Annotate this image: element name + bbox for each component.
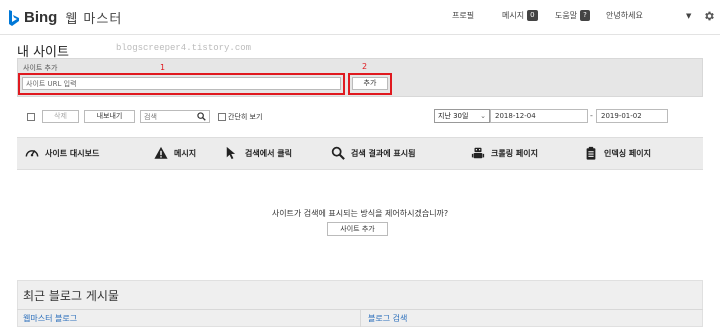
watermark-text: blogscreeper4.tistory.com <box>116 43 252 53</box>
date-to-input[interactable]: 2019-01-02 <box>596 109 668 123</box>
search-icon[interactable] <box>197 112 206 121</box>
blog-section-title: 최근 블로그 게시물 <box>23 289 119 303</box>
blog-search-link[interactable]: 블로그 검색 <box>368 313 407 324</box>
bing-logo[interactable]: Bing 웹 마스터 <box>8 8 122 27</box>
messages-count-badge: 0 <box>527 10 538 21</box>
nav-profile-label: 프로필 <box>452 11 475 20</box>
date-separator: - <box>590 111 593 120</box>
nav-help[interactable]: 도움말 ? <box>555 10 590 21</box>
tab-label: 검색 결과에 표시됨 <box>351 148 416 158</box>
warning-icon <box>154 146 168 159</box>
tab-label: 메시지 <box>174 148 197 158</box>
simple-view-label: 간단히 보기 <box>228 113 263 121</box>
annotation-number-1: 1 <box>160 63 166 72</box>
tab-label: 인덱싱 페이지 <box>604 148 651 158</box>
webmaster-blog-link[interactable]: 웹마스터 블로그 <box>23 313 77 324</box>
tab-site-dashboard[interactable]: 사이트 대시보드 <box>25 146 99 160</box>
select-all-checkbox[interactable] <box>27 113 35 121</box>
top-bar: Bing 웹 마스터 프로필 메시지 0 도움말 ? 안녕하세요 ▼ <box>0 0 720 35</box>
clipboard-icon <box>586 146 596 160</box>
gauge-icon <box>25 150 39 157</box>
tab-label: 크롤링 페이지 <box>491 148 538 158</box>
tab-pages-crawled[interactable]: 크롤링 페이지 <box>471 146 538 160</box>
empty-state-message: 사이트가 검색에 표시되는 방식을 제어하시겠습니까? <box>271 209 449 218</box>
cursor-icon <box>226 146 236 160</box>
brand-name: Bing <box>24 9 58 26</box>
tab-label: 검색에서 클릭 <box>245 148 292 158</box>
tab-label: 사이트 대시보드 <box>45 148 100 158</box>
simple-view-checkbox[interactable] <box>218 113 226 121</box>
delete-button[interactable]: 삭제 <box>42 110 79 123</box>
nav-help-label: 도움말 <box>555 11 578 20</box>
robot-icon <box>471 147 485 159</box>
nav-profile[interactable]: 프로필 <box>452 10 474 21</box>
chevron-down-icon[interactable]: ▼ <box>686 12 691 20</box>
annotation-box-2 <box>348 73 392 95</box>
date-from-input[interactable]: 2018-12-04 <box>490 109 588 123</box>
period-select[interactable]: 지난 30일 ⌄ <box>434 109 490 123</box>
gear-icon[interactable] <box>703 10 715 22</box>
divider <box>360 310 361 327</box>
magnifier-icon <box>331 146 345 160</box>
chevron-down-icon: ⌄ <box>480 112 486 120</box>
tab-clicks-from-search[interactable]: 검색에서 클릭 <box>225 146 292 160</box>
add-site-button[interactable]: 사이트 추가 <box>327 222 388 236</box>
nav-messages-label: 메시지 <box>502 11 525 20</box>
help-badge: ? <box>580 10 590 21</box>
annotation-box-1 <box>18 73 345 95</box>
tab-appeared-in-search[interactable]: 검색 결과에 표시됨 <box>331 146 415 160</box>
bing-b-icon <box>9 9 19 26</box>
tab-pages-indexed[interactable]: 인덱싱 페이지 <box>584 146 651 160</box>
export-button[interactable]: 내보내기 <box>84 110 135 123</box>
period-value: 지난 30일 <box>438 112 469 120</box>
tab-messages[interactable]: 메시지 <box>154 146 196 160</box>
add-site-label: 사이트 추가 <box>23 64 58 72</box>
product-name: 웹 마스터 <box>65 12 123 27</box>
nav-messages[interactable]: 메시지 0 <box>502 10 538 21</box>
user-greeting[interactable]: 안녕하세요 <box>606 10 643 21</box>
annotation-number-2: 2 <box>362 62 368 71</box>
